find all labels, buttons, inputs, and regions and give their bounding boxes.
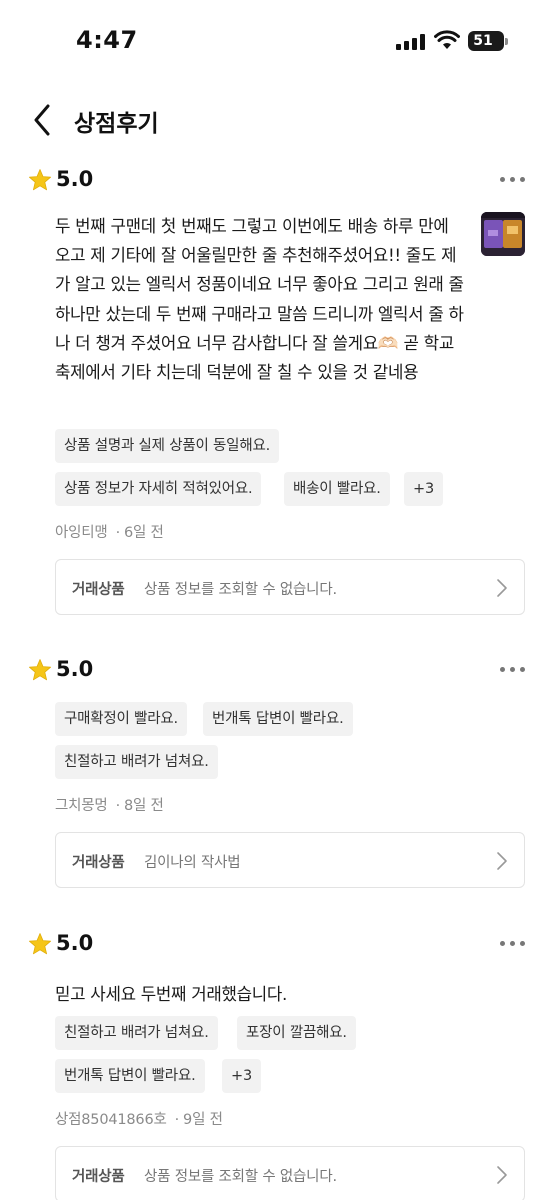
more-dots-icon[interactable] <box>500 666 526 674</box>
review-date: 8일 전 <box>123 798 164 814</box>
star-icon <box>29 169 51 191</box>
review-card: 5.0 믿고 사세요 두번째 거래했습니다. 친절하고 배려가 넘쳐요. 포장이… <box>0 930 554 1200</box>
rating-score: 5.0 <box>56 167 94 191</box>
review-tag: 구매확정이 빨라요. <box>55 702 187 736</box>
battery-icon: 51 <box>468 31 504 51</box>
review-text: 두 번째 구맨데 첫 번째도 그렇고 이번에도 배송 하루 만에 오고 제 기타… <box>55 216 464 383</box>
more-tags-button[interactable]: +3 <box>222 1059 261 1093</box>
review-meta: 상점85041866호 · 9일 전 <box>55 1112 223 1128</box>
page-header: 상점후기 <box>0 94 554 148</box>
review-tag: 상품 설명과 실제 상품이 동일해요. <box>55 429 280 463</box>
reviewer-name[interactable]: 상점85041866호 <box>55 1112 167 1128</box>
review-date: 9일 전 <box>183 1112 223 1128</box>
product-label: 거래상품 <box>72 582 125 598</box>
product-value: 상품 정보를 조회할 수 없습니다. <box>144 1169 337 1185</box>
cellular-signal-icon <box>396 34 426 50</box>
wifi-icon <box>434 30 460 49</box>
review-tag: 배송이 빨라요. <box>284 472 390 506</box>
review-tag: 번개톡 답변이 빨라요. <box>55 1059 205 1093</box>
traded-product-link[interactable]: 거래상품 상품 정보를 조회할 수 없습니다. <box>55 1146 525 1200</box>
chevron-right-icon <box>497 852 507 870</box>
status-time: 4:47 <box>76 26 138 54</box>
chevron-right-icon <box>497 1166 507 1184</box>
review-tag: 포장이 깔끔해요. <box>237 1016 356 1050</box>
more-tags-button[interactable]: +3 <box>404 472 443 506</box>
product-label: 거래상품 <box>72 1169 125 1185</box>
page-title: 상점후기 <box>74 111 159 137</box>
more-dots-icon[interactable] <box>500 940 526 948</box>
reviewer-name[interactable]: 아잉티맹 <box>55 525 108 541</box>
rating-score: 5.0 <box>56 657 94 681</box>
product-value: 김이나의 작사법 <box>144 855 241 871</box>
review-card: 5.0 구매확정이 빨라요. 번개톡 답변이 빨라요. 친절하고 배려가 넘쳐요… <box>0 656 554 896</box>
star-icon <box>29 933 51 955</box>
traded-product-link[interactable]: 거래상품 김이나의 작사법 <box>55 832 525 888</box>
review-tag: 친절하고 배려가 넘쳐요. <box>55 745 218 779</box>
rating-score: 5.0 <box>56 931 94 955</box>
battery-cap <box>505 38 508 45</box>
review-tag: 번개톡 답변이 빨라요. <box>203 702 353 736</box>
back-chevron-icon[interactable] <box>28 100 60 140</box>
review-date: 6일 전 <box>123 525 164 541</box>
more-dots-icon[interactable] <box>500 176 526 184</box>
product-value: 상품 정보를 조회할 수 없습니다. <box>144 582 337 598</box>
star-icon <box>29 659 51 681</box>
traded-product-link[interactable]: 거래상품 상품 정보를 조회할 수 없습니다. <box>55 559 525 615</box>
product-label: 거래상품 <box>72 855 125 871</box>
review-text: 믿고 사세요 두번째 거래했습니다. <box>55 984 288 1004</box>
review-meta: 아잉티맹 · 6일 전 <box>55 525 164 541</box>
review-tag: 친절하고 배려가 넘쳐요. <box>55 1016 218 1050</box>
review-meta: 그치몽멍 · 8일 전 <box>55 798 164 814</box>
review-card: 5.0 두 번째 구맨데 첫 번째도 그렇고 이번에도 배송 하루 만에 오고 … <box>0 166 554 616</box>
chevron-right-icon <box>497 579 507 597</box>
review-tag: 상품 정보가 자세히 적혀있어요. <box>55 472 262 506</box>
reviewer-name[interactable]: 그치몽멍 <box>55 798 108 814</box>
status-bar: 4:47 51 <box>0 0 554 84</box>
product-thumbnail-image[interactable] <box>481 212 525 256</box>
battery-level: 51 <box>473 33 493 49</box>
